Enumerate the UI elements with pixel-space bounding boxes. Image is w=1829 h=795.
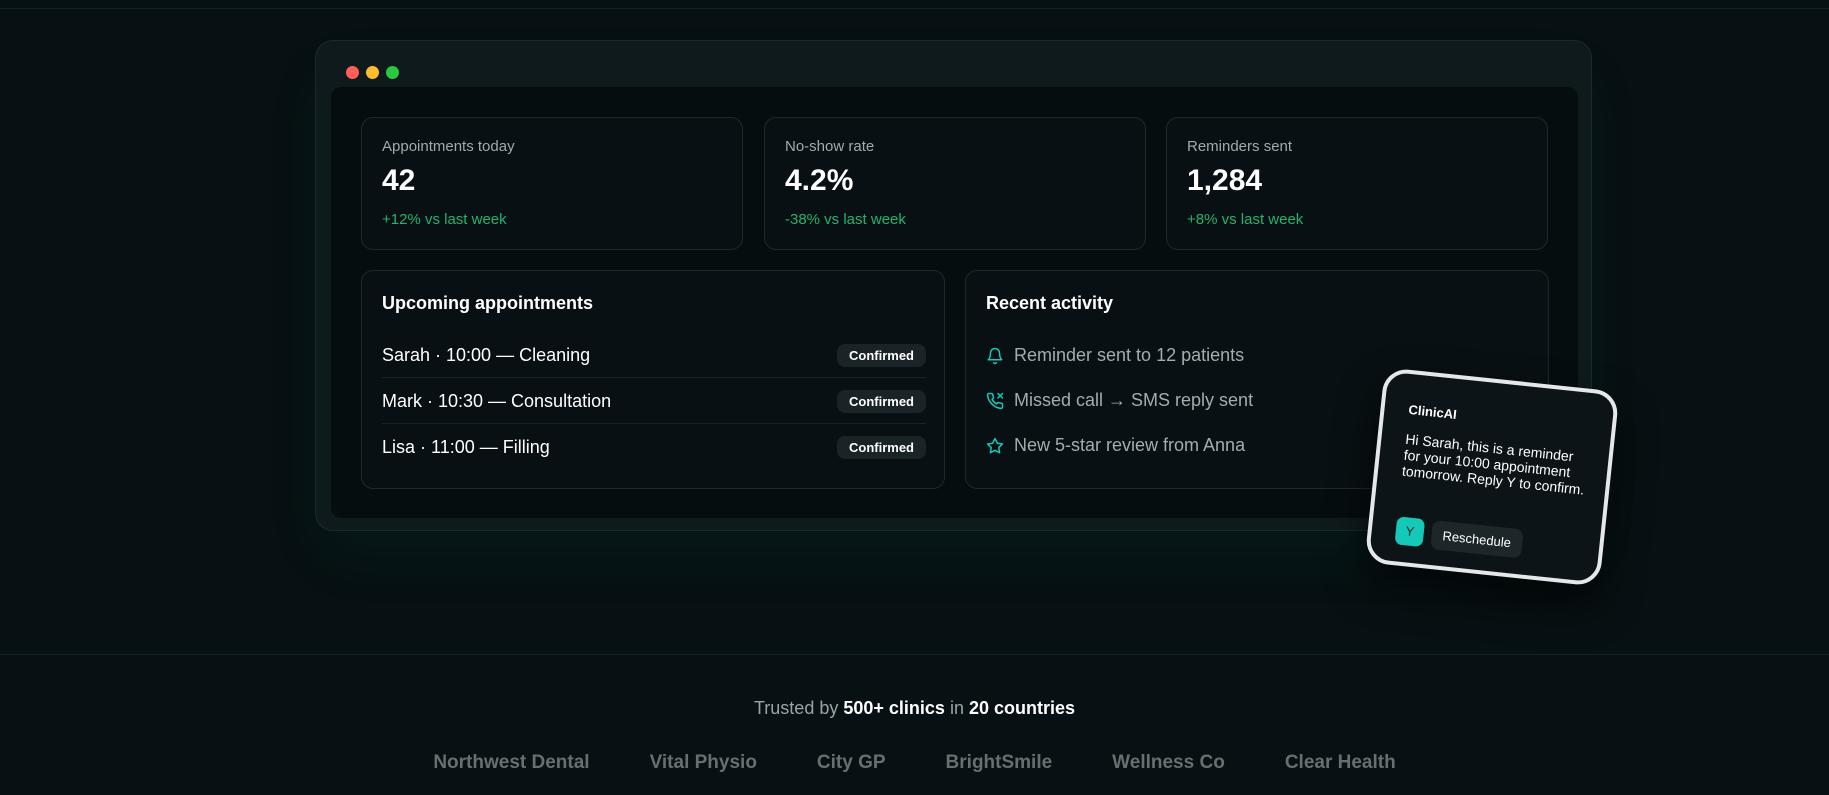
reschedule-button[interactable]: Reschedule	[1430, 520, 1524, 559]
appointment-row[interactable]: Lisa · 11:00 — Filling Confirmed	[382, 425, 926, 470]
client-logo: BrightSmile	[945, 752, 1053, 773]
stat-value: 1,284	[1187, 164, 1263, 197]
window-maximize-dot[interactable]	[386, 66, 399, 79]
appointment-row[interactable]: Sarah · 10:00 — Cleaning Confirmed	[382, 333, 926, 378]
star-icon	[986, 437, 1004, 455]
panel-title: Recent activity	[986, 293, 1114, 313]
stat-label: Reminders sent	[1187, 138, 1293, 155]
top-divider	[0, 8, 1829, 9]
client-logo: Northwest Dental	[433, 752, 590, 773]
stat-card-reminders: Reminders sent 1,284 +8% vs last week	[1166, 117, 1548, 250]
window-close-dot[interactable]	[346, 66, 359, 79]
missed-call-icon	[986, 392, 1004, 410]
appointment-text: Lisa · 11:00 — Filling	[382, 437, 550, 457]
reply-y-button[interactable]: Y	[1394, 516, 1426, 548]
sms-reminder-card: ClinicAI Hi Sarah, this is a reminder fo…	[1364, 367, 1620, 587]
appointment-row[interactable]: Mark · 10:30 — Consultation Confirmed	[382, 379, 926, 424]
stat-change: -38% vs last week	[785, 211, 906, 228]
stat-value: 4.2%	[785, 164, 854, 197]
trusted-prefix: Trusted by	[753, 698, 839, 718]
trusted-countries: 20 countries	[968, 698, 1076, 718]
window-minimize-dot[interactable]	[366, 66, 379, 79]
client-logos: Northwest Dental Vital Physio City GP Br…	[0, 752, 1829, 774]
appointment-text: Mark · 10:30 — Consultation	[382, 391, 612, 411]
panel-title: Upcoming appointments	[382, 293, 593, 313]
status-badge: Confirmed	[837, 344, 926, 367]
stat-label: Appointments today	[382, 138, 515, 155]
status-badge: Confirmed	[837, 436, 926, 459]
status-badge: Confirmed	[837, 390, 926, 413]
stat-card-appointments: Appointments today 42 +12% vs last week	[361, 117, 743, 250]
activity-text: Missed call → SMS reply sent	[1014, 390, 1254, 410]
stat-change: +12% vs last week	[382, 211, 507, 228]
appointment-text: Sarah · 10:00 — Cleaning	[382, 345, 591, 365]
trusted-middle: in	[949, 698, 964, 718]
trusted-by-text: Trusted by 500+ clinics in 20 countries	[0, 698, 1829, 719]
stat-label: No-show rate	[785, 138, 875, 155]
trusted-clinics: 500+ clinics	[843, 698, 945, 718]
client-logo: Clear Health	[1284, 752, 1396, 773]
activity-text: Reminder sent to 12 patients	[1014, 345, 1245, 365]
section-divider	[0, 654, 1829, 655]
sms-message: Hi Sarah, this is a reminder for your 10…	[1401, 430, 1586, 498]
upcoming-appointments-panel: Upcoming appointments Sarah · 10:00 — Cl…	[361, 270, 945, 489]
bell-icon	[986, 347, 1004, 365]
client-logo: Wellness Co	[1112, 752, 1225, 773]
client-logo: City GP	[816, 752, 886, 773]
sms-app-name: ClinicAI	[1407, 401, 1458, 422]
client-logo: Vital Physio	[649, 752, 757, 773]
stat-change: +8% vs last week	[1187, 211, 1304, 228]
stat-value: 42	[382, 164, 416, 197]
stat-card-no-show: No-show rate 4.2% -38% vs last week	[764, 117, 1146, 250]
activity-text: New 5-star review from Anna	[1014, 435, 1246, 455]
